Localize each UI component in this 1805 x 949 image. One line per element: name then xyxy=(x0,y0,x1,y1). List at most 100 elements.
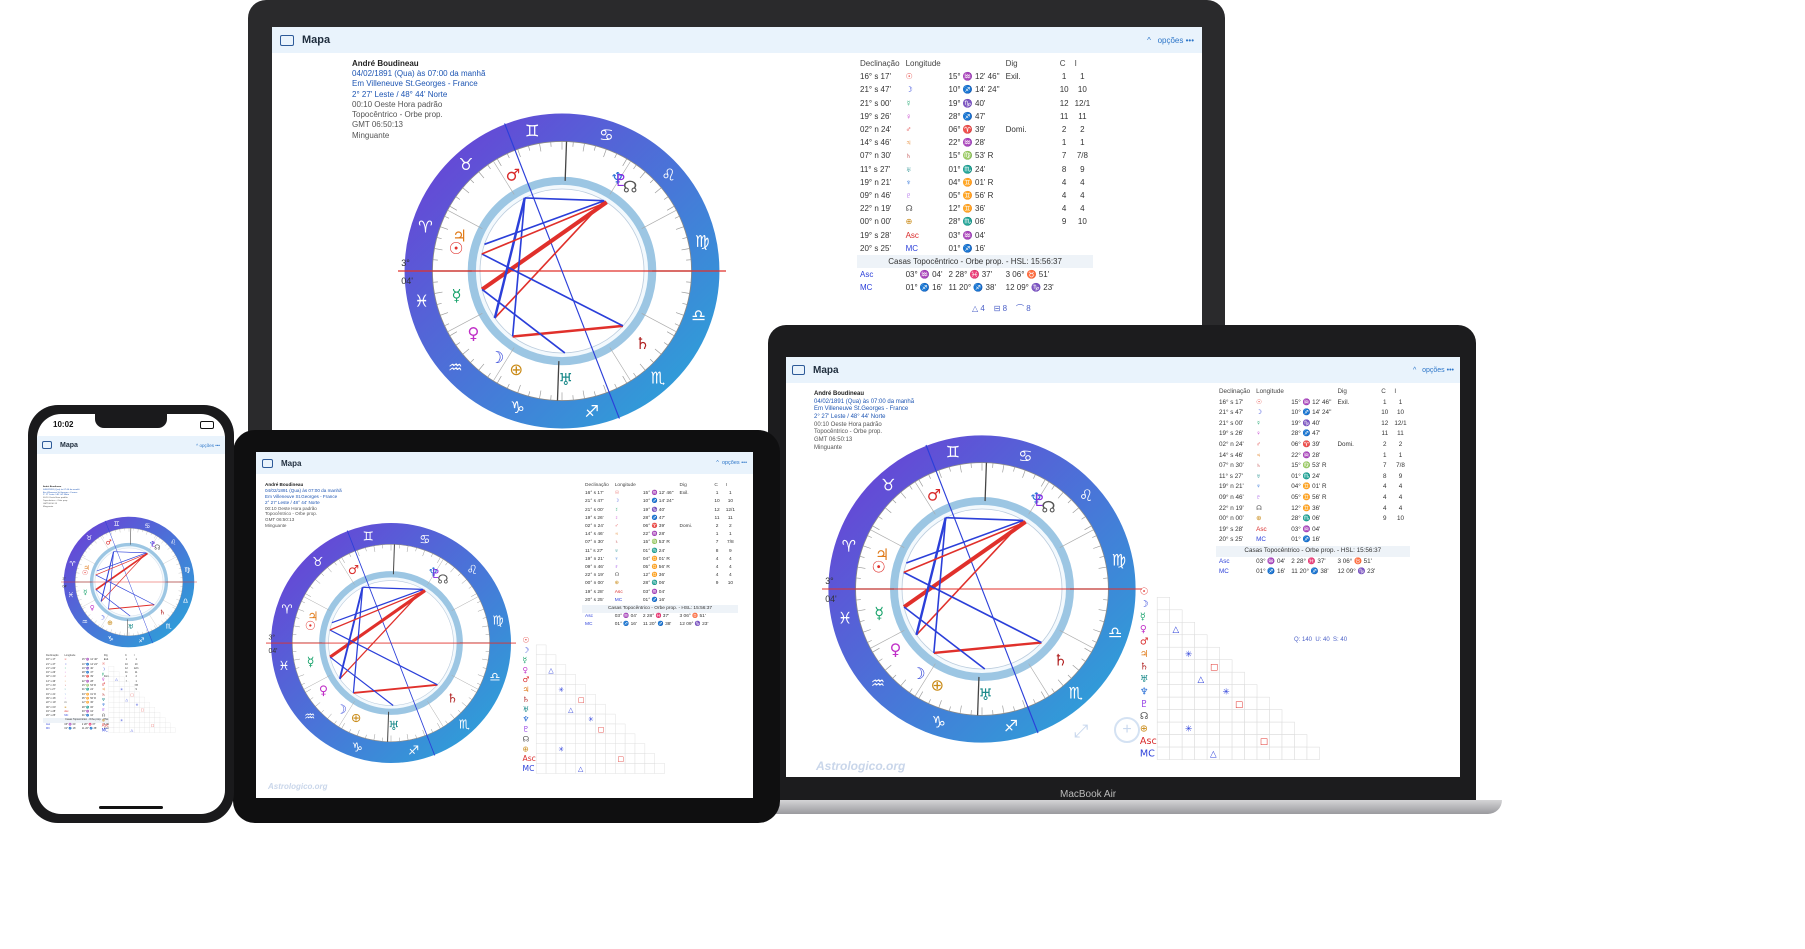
grid-cell[interactable] xyxy=(108,671,115,677)
more-dots-icon[interactable]: ••• xyxy=(215,443,220,448)
table-row[interactable]: 02° n 24' ♂ 06° ♈ 39' Domi. 2 2 xyxy=(582,523,738,531)
grid-cell[interactable] xyxy=(555,733,567,744)
grid-cell[interactable] xyxy=(545,733,557,744)
grid-cell[interactable] xyxy=(118,702,125,708)
grid-cell[interactable] xyxy=(1169,696,1183,710)
grid-cell[interactable] xyxy=(1156,746,1170,760)
grid-cell[interactable] xyxy=(595,743,606,754)
grid-cell[interactable] xyxy=(118,681,125,687)
grid-cell[interactable] xyxy=(1206,646,1220,661)
grid-cell[interactable] xyxy=(1231,734,1245,748)
grid-cell[interactable] xyxy=(575,723,586,735)
table-row[interactable]: 22° n 19' ☊ 12° ♊ 36' 4 4 xyxy=(582,572,738,580)
table-row[interactable]: 20° s 25' MC 01° ♐ 16' xyxy=(1216,535,1410,546)
grid-cell[interactable] xyxy=(1194,684,1208,698)
table-row[interactable]: 16° s 17' ☉ 15° ♒ 12' 46'' Exil. 1 1 xyxy=(857,70,1093,83)
grid-cell[interactable] xyxy=(1169,746,1183,760)
grid-cell[interactable] xyxy=(113,717,120,723)
planet-glyph[interactable]: ♄ xyxy=(1053,650,1067,669)
grid-cell[interactable] xyxy=(1169,634,1183,648)
grid-cell[interactable] xyxy=(1206,671,1220,685)
grid-cell[interactable] xyxy=(1169,684,1183,698)
grid-cell[interactable] xyxy=(565,743,576,754)
planet-glyph[interactable]: ☊ xyxy=(154,544,160,552)
grid-cell[interactable] xyxy=(1281,734,1295,748)
grid-cell[interactable] xyxy=(535,674,547,685)
grid-cell[interactable] xyxy=(1219,746,1233,760)
grid-cell[interactable] xyxy=(535,713,547,725)
grid-cell[interactable] xyxy=(108,681,115,687)
table-row[interactable]: 19° n 21' ♆ 04° ♊ 01' R 4 4 xyxy=(1216,482,1410,493)
table-row[interactable]: 22° n 19' ☊ 12° ♊ 36' 4 4 xyxy=(1216,504,1410,515)
grid-cell[interactable] xyxy=(634,743,646,754)
grid-cell[interactable] xyxy=(1294,746,1308,760)
grid-cell[interactable] xyxy=(1156,734,1170,748)
grid-cell[interactable] xyxy=(565,674,576,685)
planet-glyph[interactable]: ⊕ xyxy=(509,360,523,379)
grid-cell[interactable] xyxy=(1219,659,1233,673)
grid-cell[interactable] xyxy=(605,713,616,725)
grid-cell[interactable] xyxy=(113,702,120,708)
grid-cell[interactable] xyxy=(108,702,115,708)
table-row[interactable]: 21° s 47' ☽ 10° ♐ 14' 24'' 10 10 xyxy=(582,498,738,506)
grid-cell[interactable] xyxy=(154,712,161,718)
grid-cell[interactable] xyxy=(565,733,576,744)
grid-cell[interactable] xyxy=(108,686,115,693)
grid-cell[interactable] xyxy=(164,727,171,733)
table-row[interactable]: 16° s 17' ☉ 15° ♒ 12' 46'' Exil. 1 1 xyxy=(582,490,738,498)
grid-cell[interactable] xyxy=(535,644,547,656)
grid-cell[interactable] xyxy=(113,722,120,728)
grid-cell[interactable] xyxy=(1269,734,1283,748)
planet-glyph[interactable]: ♅ xyxy=(388,718,399,733)
grid-cell[interactable] xyxy=(108,676,115,682)
grid-cell[interactable] xyxy=(149,712,156,718)
grid-cell[interactable] xyxy=(535,743,547,754)
grid-cell[interactable] xyxy=(585,723,596,735)
expand-icon[interactable]: ⤢ xyxy=(1074,721,1088,742)
grid-cell[interactable] xyxy=(154,722,161,728)
grid-cell[interactable] xyxy=(1269,709,1283,723)
grid-cell[interactable] xyxy=(118,691,125,698)
grid-cell[interactable] xyxy=(124,727,130,733)
table-row[interactable]: 21° s 00' ☿ 19° ♑ 40' 12 12/1 xyxy=(857,97,1093,110)
grid-cell[interactable] xyxy=(1156,646,1170,661)
grid-cell[interactable] xyxy=(1306,746,1320,760)
grid-cell[interactable] xyxy=(1194,709,1208,723)
planet-glyph[interactable]: ♀ xyxy=(90,604,95,612)
grid-cell[interactable] xyxy=(575,703,586,715)
table-row[interactable]: 22° n 19' ☊ 12° ♊ 36' 4 4 xyxy=(857,202,1093,215)
grid-cell[interactable] xyxy=(159,717,166,723)
table-row[interactable]: 19° s 28' Asc 03° ♒ 04' xyxy=(582,589,738,597)
grid-cell[interactable] xyxy=(545,674,557,685)
grid-cell[interactable] xyxy=(1206,721,1220,735)
grid-cell[interactable] xyxy=(615,723,626,735)
planet-glyph[interactable]: ☽ xyxy=(99,614,105,622)
grid-cell[interactable] xyxy=(108,712,115,718)
planet-glyph[interactable]: ☿ xyxy=(874,603,884,622)
more-dots-icon[interactable]: ••• xyxy=(741,460,747,466)
grid-cell[interactable] xyxy=(144,702,150,708)
grid-cell[interactable] xyxy=(134,717,140,723)
grid-cell[interactable] xyxy=(1194,746,1208,760)
grid-cell[interactable] xyxy=(535,703,547,715)
grid-cell[interactable] xyxy=(139,717,145,723)
grid-cell[interactable] xyxy=(1256,709,1270,723)
planet-glyph[interactable]: ♄ xyxy=(447,691,458,706)
grid-cell[interactable] xyxy=(1231,671,1245,685)
planet-glyph[interactable]: ♂ xyxy=(106,538,112,546)
grid-cell[interactable] xyxy=(575,743,586,754)
table-row[interactable]: 02° n 24' ♂ 06° ♈ 39' Domi. 2 2 xyxy=(1216,440,1410,451)
grid-cell[interactable] xyxy=(1169,734,1183,748)
grid-cell[interactable] xyxy=(154,727,161,733)
planet-glyph[interactable]: ☽ xyxy=(911,664,925,683)
grid-cell[interactable] xyxy=(134,722,140,728)
planet-glyph[interactable]: ♂ xyxy=(927,486,941,505)
planet-glyph[interactable]: ⊕ xyxy=(107,619,113,627)
options-button[interactable]: ^ opções ••• xyxy=(196,443,220,448)
grid-cell[interactable] xyxy=(1244,709,1258,723)
grid-cell[interactable] xyxy=(1181,671,1195,685)
planet-glyph[interactable]: ♃ xyxy=(452,227,467,246)
grid-cell[interactable] xyxy=(605,733,616,744)
grid-cell[interactable] xyxy=(144,717,150,723)
table-row[interactable]: 11° s 27' ♅ 01° ♏ 24' 8 9 xyxy=(857,163,1093,176)
